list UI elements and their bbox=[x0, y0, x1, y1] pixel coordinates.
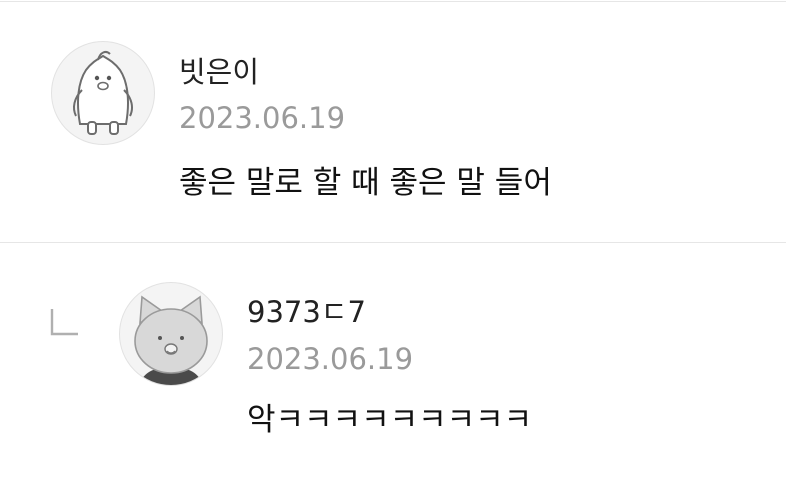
reply-avatar[interactable] bbox=[119, 282, 223, 386]
comment-date: 2023.06.19 bbox=[179, 101, 346, 135]
reply-date: 2023.06.19 bbox=[247, 342, 414, 376]
comment-author-name[interactable]: 빗은이 bbox=[179, 58, 259, 87]
comment-divider bbox=[0, 242, 786, 243]
penguin-avatar-icon bbox=[73, 51, 133, 135]
comment-text: 좋은 말로 할 때 좋은 말 들어 bbox=[179, 165, 552, 201]
reply-text: 악ㅋㅋㅋㅋㅋㅋㅋㅋㅋ bbox=[247, 402, 533, 438]
reply-author-name[interactable]: 9373ㄷ7 bbox=[247, 298, 366, 327]
comment-avatar[interactable] bbox=[51, 41, 155, 145]
reply-arrow-icon bbox=[50, 309, 78, 336]
cat-avatar-icon bbox=[134, 295, 208, 385]
top-divider bbox=[0, 1, 786, 2]
